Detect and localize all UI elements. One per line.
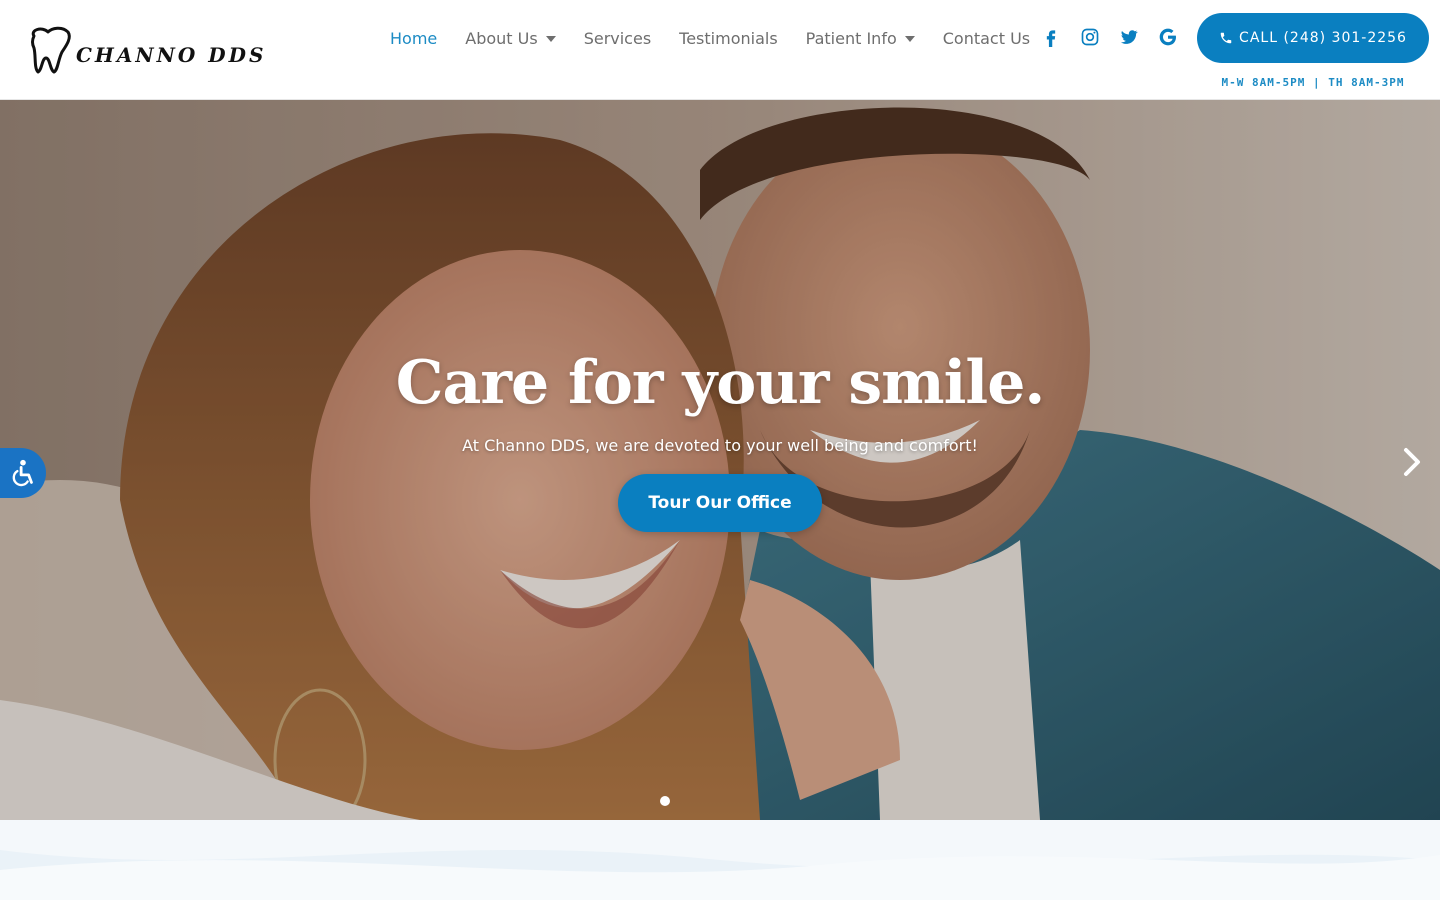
nav-item-patient-info[interactable]: Patient Info	[806, 29, 915, 48]
hero-subtitle: At Channo DDS, we are devoted to your we…	[462, 436, 978, 455]
tooth-logo-icon	[31, 26, 71, 74]
caret-down-icon	[545, 36, 556, 42]
facebook-icon[interactable]	[1040, 26, 1062, 48]
slider-pagination	[660, 796, 670, 806]
office-hours: M-W 8AM-5PM | TH 8AM-3PM	[1221, 76, 1405, 89]
main-nav: Home About Us Services Testimonials Pati…	[390, 25, 1058, 51]
nav-item-label: Testimonials	[679, 28, 778, 48]
nav-item-testimonials[interactable]: Testimonials	[679, 29, 778, 48]
nav-item-label: About Us	[465, 28, 538, 48]
logo[interactable]: CHANNO DDS	[28, 26, 266, 74]
nav-item-label: Contact Us	[942, 28, 1031, 48]
call-button[interactable]: CALL (248) 301-2256	[1197, 13, 1429, 63]
instagram-icon[interactable]	[1079, 26, 1101, 48]
nav-item-contact-us[interactable]: Contact Us	[943, 29, 1030, 48]
call-button-label: CALL (248) 301-2256	[1239, 30, 1407, 46]
nav-item-services[interactable]: Services	[584, 29, 651, 48]
social-links	[1040, 26, 1196, 48]
hero-slider: Care for your smile. At Channo DDS, we a…	[0, 100, 1440, 820]
caret-down-icon	[904, 36, 915, 42]
hero-title: Care for your smile.	[395, 348, 1046, 418]
accessibility-icon	[12, 459, 33, 487]
slider-dot[interactable]	[660, 796, 670, 806]
site-header: CHANNO DDS Home About Us Services Testim…	[0, 0, 1440, 100]
chevron-right-icon[interactable]	[1398, 442, 1426, 482]
phone-icon	[1220, 32, 1232, 44]
twitter-icon[interactable]	[1118, 26, 1140, 48]
logo-text: CHANNO DDS	[76, 43, 267, 67]
hero-overlay	[0, 100, 1440, 820]
nav-item-label: Home	[390, 28, 438, 48]
nav-item-about-us[interactable]: About Us	[465, 28, 556, 48]
nav-item-home[interactable]: Home	[390, 29, 437, 48]
tour-office-button[interactable]: Tour Our Office	[618, 474, 822, 532]
google-icon[interactable]	[1157, 26, 1179, 48]
nav-item-label: Patient Info	[805, 28, 897, 48]
wave-divider	[0, 820, 1440, 900]
nav-item-label: Services	[583, 28, 652, 48]
